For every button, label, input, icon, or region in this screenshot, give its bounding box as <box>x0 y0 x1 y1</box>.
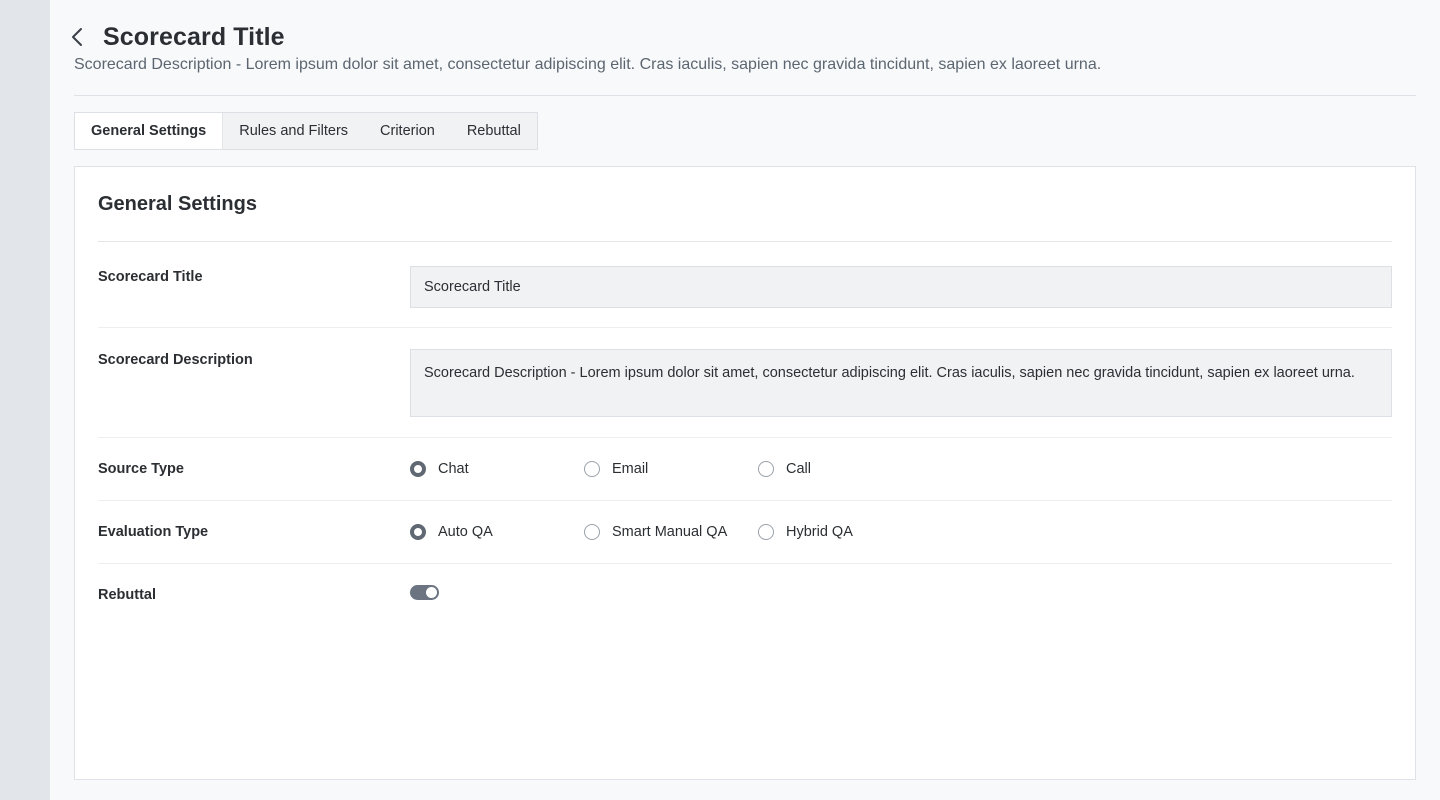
radio-label: Email <box>612 461 649 477</box>
tab-criterion[interactable]: Criterion <box>364 113 451 149</box>
radio-unchecked-icon[interactable] <box>758 461 774 477</box>
radio-checked-icon[interactable] <box>410 524 426 540</box>
radio-checked-icon[interactable] <box>410 461 426 477</box>
radio-label: Auto QA <box>438 524 493 540</box>
scorecard-title-input[interactable]: Scorecard Title <box>410 266 1392 308</box>
evaluation-type-radio-group: Auto QA Smart Manual QA Hybrid QA <box>410 524 1392 540</box>
scorecard-description-label: Scorecard Description <box>98 352 253 368</box>
source-type-option-call[interactable]: Call <box>758 461 932 477</box>
rebuttal-label: Rebuttal <box>98 587 156 603</box>
main-content: Scorecard Title Scorecard Description - … <box>72 0 1416 800</box>
source-type-radio-group: Chat Email Call <box>410 461 1392 477</box>
left-rail <box>0 0 50 800</box>
source-type-option-chat[interactable]: Chat <box>410 461 584 477</box>
evaluation-type-option-hybrid-qa[interactable]: Hybrid QA <box>758 524 932 540</box>
page-description: Scorecard Description - Lorem ipsum dolo… <box>74 56 1102 73</box>
tab-rebuttal[interactable]: Rebuttal <box>451 113 537 149</box>
source-type-option-email[interactable]: Email <box>584 461 758 477</box>
evaluation-type-label: Evaluation Type <box>98 524 209 540</box>
radio-label: Call <box>786 461 811 477</box>
radio-label: Smart Manual QA <box>612 524 728 540</box>
evaluation-type-row: Evaluation Type Auto QA Smart Manual QA … <box>98 501 1392 564</box>
rebuttal-toggle[interactable] <box>410 584 439 600</box>
source-type-row: Source Type Chat Email Call <box>98 438 1392 501</box>
radio-label: Hybrid QA <box>786 524 853 540</box>
source-type-label: Source Type <box>98 461 184 477</box>
tab-bar: General Settings Rules and Filters Crite… <box>74 112 538 150</box>
tab-rules-and-filters[interactable]: Rules and Filters <box>223 113 364 149</box>
tab-general-settings[interactable]: General Settings <box>75 113 224 149</box>
page-header: Scorecard Title Scorecard Description - … <box>72 0 1416 96</box>
page-title: Scorecard Title <box>103 22 285 51</box>
evaluation-type-option-auto-qa[interactable]: Auto QA <box>410 524 584 540</box>
card-title: General Settings <box>98 167 1392 242</box>
evaluation-type-option-smart-manual-qa[interactable]: Smart Manual QA <box>584 524 758 540</box>
general-settings-card: General Settings Scorecard Title Scoreca… <box>74 166 1416 780</box>
radio-unchecked-icon[interactable] <box>758 524 774 540</box>
title-row: Scorecard Title <box>72 22 1416 52</box>
toggle-knob <box>426 586 437 598</box>
chevron-left-icon <box>72 28 82 46</box>
back-button[interactable] <box>70 23 92 51</box>
scorecard-description-input[interactable]: Scorecard Description - Lorem ipsum dolo… <box>410 349 1392 417</box>
scorecard-description-row: Scorecard Description Scorecard Descript… <box>98 328 1392 438</box>
scorecard-title-row: Scorecard Title Scorecard Title <box>98 242 1392 328</box>
scorecard-title-label: Scorecard Title <box>98 269 203 285</box>
rebuttal-row: Rebuttal <box>98 564 1392 626</box>
radio-unchecked-icon[interactable] <box>584 524 600 540</box>
radio-label: Chat <box>438 461 469 477</box>
radio-unchecked-icon[interactable] <box>584 461 600 477</box>
